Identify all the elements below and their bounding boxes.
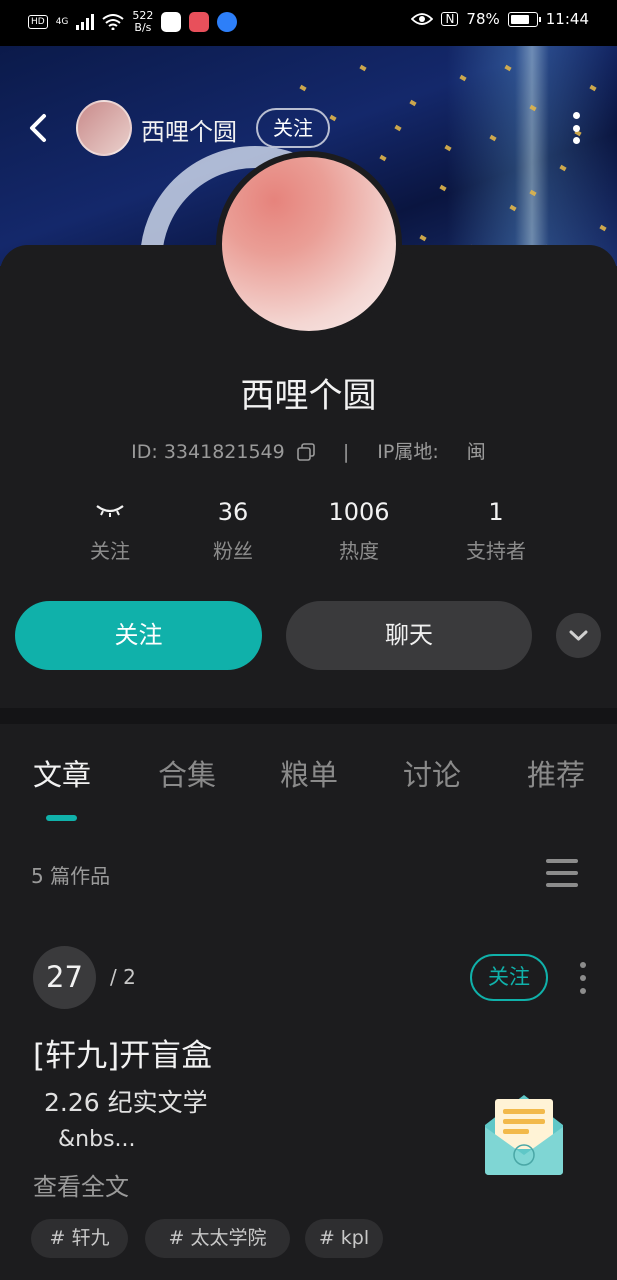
stat-following[interactable]: 关注: [50, 495, 170, 564]
profile-avatar[interactable]: [216, 151, 402, 337]
reader-app-icon: [189, 12, 210, 32]
network-speed: 522 B/s: [132, 10, 153, 34]
stat-popularity[interactable]: 1006 热度: [299, 495, 419, 564]
mail-icon[interactable]: [481, 1087, 567, 1179]
stat-label: 关注: [90, 539, 130, 563]
confetti-piece: [409, 99, 417, 107]
article-follow-button[interactable]: 关注: [470, 954, 548, 1001]
hd-indicator: HD: [28, 15, 48, 29]
baidu-app-icon: [161, 12, 182, 32]
stat-value: 36: [217, 498, 249, 526]
tag-chip[interactable]: # 太太学院: [145, 1219, 290, 1258]
works-count: 5 篇作品: [31, 864, 111, 888]
article-number-badge: 27: [33, 946, 96, 1009]
status-bar: HD 4G 522 B/s N 78% 11:44: [0, 0, 617, 46]
cloud-app-icon: [217, 12, 238, 32]
chat-button[interactable]: 聊天: [286, 601, 532, 670]
profile-stats: 关注 36 粉丝 1006 热度 1 支持者: [50, 495, 570, 575]
confetti-piece: [394, 124, 402, 132]
article-total: / 2: [110, 965, 136, 989]
confetti-piece: [359, 64, 367, 72]
id-separator: |: [342, 441, 350, 463]
nfc-icon: N: [441, 12, 459, 26]
user-id: ID: 3341821549: [131, 441, 285, 463]
network-type: 4G: [55, 17, 69, 27]
stat-value: 1006: [328, 498, 390, 526]
expand-button[interactable]: [556, 613, 601, 658]
header-nickname: 西哩个圆: [141, 118, 237, 146]
article-excerpt-line2: &nbs...: [58, 1127, 136, 1152]
banner-light-decoration: [447, 46, 617, 266]
stat-followers[interactable]: 36 粉丝: [173, 495, 293, 564]
tab-collections[interactable]: 合集: [158, 752, 216, 794]
chevron-down-icon: [569, 630, 588, 641]
article-excerpt-line1: 2.26 纪实文学: [44, 1088, 208, 1117]
confetti-piece: [299, 84, 307, 92]
article-more-icon[interactable]: [577, 962, 589, 994]
tab-food-list[interactable]: 粮单: [280, 752, 338, 794]
confetti-piece: [329, 114, 337, 122]
header-follow-button[interactable]: 关注: [256, 108, 330, 148]
id-line: ID: 3341821549 | IP属地: 闽: [0, 437, 617, 464]
tab-discussion[interactable]: 讨论: [403, 752, 461, 794]
tab-recommend[interactable]: 推荐: [527, 752, 585, 794]
ip-value: 闽: [466, 441, 486, 463]
stat-supporters[interactable]: 1 支持者: [436, 495, 556, 564]
confetti-piece: [379, 154, 387, 162]
eye-icon: [411, 13, 434, 25]
follow-button[interactable]: 关注: [15, 601, 262, 670]
battery-percent: 78%: [466, 10, 500, 28]
profile-name: 西哩个圆: [240, 376, 377, 416]
following-hidden-icon: [50, 495, 170, 529]
battery-icon: [507, 11, 541, 27]
tab-articles[interactable]: 文章: [33, 752, 91, 794]
article-title[interactable]: [轩九]开盲盒: [33, 1030, 212, 1075]
copy-icon[interactable]: [296, 443, 315, 461]
back-icon[interactable]: [24, 108, 54, 148]
tag-chip[interactable]: # kpl: [305, 1219, 383, 1258]
speed-unit: B/s: [134, 21, 152, 34]
read-full-link[interactable]: 查看全文: [33, 1167, 129, 1202]
content-tabs: 文章 合集 粮单 讨论 推荐: [0, 752, 617, 802]
wifi-icon: [102, 14, 125, 30]
active-tab-indicator: [46, 815, 77, 821]
stat-value: 1: [488, 498, 504, 526]
signal-icon: [76, 14, 95, 30]
list-view-icon[interactable]: [546, 859, 578, 887]
stat-label: 支持者: [466, 539, 526, 563]
section-divider: [0, 708, 617, 724]
tag-chip[interactable]: # 轩九: [31, 1219, 128, 1258]
ip-label: IP属地:: [377, 441, 439, 463]
confetti-piece: [419, 234, 427, 242]
confetti-piece: [439, 184, 447, 192]
more-options-icon[interactable]: [566, 108, 586, 148]
stat-label: 粉丝: [213, 539, 253, 563]
clock: 11:44: [545, 10, 589, 28]
stat-label: 热度: [339, 539, 379, 563]
header-avatar[interactable]: [76, 100, 132, 156]
